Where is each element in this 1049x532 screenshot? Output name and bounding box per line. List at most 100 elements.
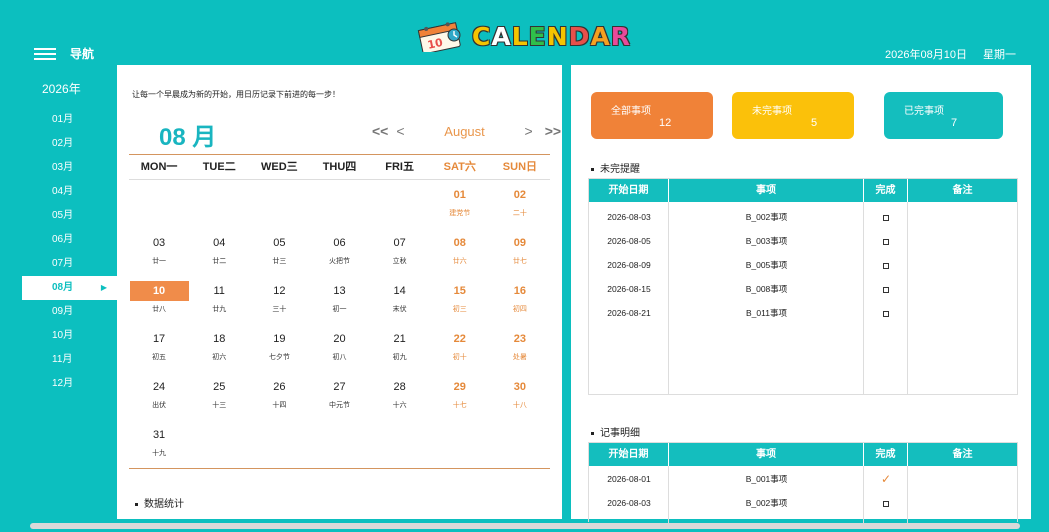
month-item[interactable]: 06月 (22, 228, 117, 252)
day-cell[interactable]: 24 出伏 (129, 372, 189, 420)
empty-day-cell (309, 180, 369, 228)
day-cell[interactable]: 23 处暑 (490, 324, 550, 372)
day-cell[interactable]: 04 廿二 (189, 228, 249, 276)
month-item[interactable]: 11月 (22, 348, 117, 372)
card-count: 7 (951, 117, 958, 129)
note-cell (908, 206, 1017, 230)
lunar-label: 廿二 (212, 258, 227, 265)
done-cell[interactable] (864, 254, 908, 278)
day-cell[interactable]: 18 初六 (189, 324, 249, 372)
empty-day-cell (430, 420, 490, 468)
lunar-label: 廿三 (272, 258, 287, 265)
done-cell[interactable] (864, 492, 908, 516)
day-cell[interactable]: 07 立秋 (370, 228, 430, 276)
day-cell[interactable]: 30 十八 (490, 372, 550, 420)
day-cell[interactable]: 13 初一 (309, 276, 369, 324)
last-month-button[interactable]: >> (545, 123, 561, 139)
day-cell[interactable]: 09 廿七 (490, 228, 550, 276)
month-item[interactable]: 10月 (22, 324, 117, 348)
day-cell[interactable]: 14 末伏 (370, 276, 430, 324)
pending-table: 开始日期 事项 完成 备注 2026-08-03 B_002事项 2026-08-05 B_… (588, 178, 1018, 395)
day-cell[interactable]: 15 初三 (430, 276, 490, 324)
lunar-label: 初五 (152, 354, 167, 361)
month-item[interactable]: 08月 ▶ (22, 276, 117, 300)
column-header: 完成 (864, 443, 908, 466)
checkbox-icon[interactable] (883, 286, 889, 293)
day-cell[interactable]: 11 廿九 (189, 276, 249, 324)
active-arrow-icon: ▶ (100, 283, 107, 292)
checkbox-icon[interactable] (883, 310, 889, 317)
calendar-week-row: 10 廿八 11 廿九 12 三十 13 初一 14 末伏 15 初三 16 初四 (129, 276, 550, 324)
month-item[interactable]: 03月 (22, 156, 117, 180)
day-cell[interactable]: 31 十九 (129, 420, 189, 468)
logo-letter: D (568, 21, 591, 51)
table-row[interactable]: 2026-08-03 B_002事项 (589, 206, 1017, 230)
table-row[interactable]: 2026-08-15 B_008事项 (589, 278, 1017, 302)
month-item[interactable]: 12月 (22, 372, 117, 396)
day-cell[interactable]: 26 十四 (249, 372, 309, 420)
start-date-cell: 2026-08-03 (607, 212, 651, 222)
done-cell[interactable] (864, 230, 908, 254)
lunar-label: 火把节 (328, 258, 350, 265)
nav-toggle[interactable]: 导航 (34, 45, 94, 62)
month-item[interactable]: 07月 (22, 252, 117, 276)
column-header: 备注 (952, 449, 973, 460)
day-cell[interactable]: 02 二十 (490, 180, 550, 228)
menu-icon[interactable] (34, 47, 56, 60)
next-month-button[interactable]: > (525, 123, 533, 139)
table-row[interactable]: 2026-08-01 B_001事项 ✓ (589, 468, 1017, 492)
month-item[interactable]: 02月 (22, 132, 117, 156)
empty-day-cell (249, 180, 309, 228)
month-list: 01月 02月 03月 04月 05月 06月 07月 08月 ▶ 09月 10月 11月 12月 (22, 108, 117, 396)
logo-wordmark: CALENDAR (472, 22, 631, 51)
checkbox-icon[interactable] (883, 500, 889, 507)
prev-month-button[interactable]: < (396, 123, 404, 139)
month-item[interactable]: 05月 (22, 204, 117, 228)
item-cell: B_005事项 (745, 260, 788, 270)
day-cell[interactable]: 06 火把节 (309, 228, 369, 276)
done-cell[interactable] (864, 206, 908, 230)
month-item[interactable]: 04月 (22, 180, 117, 204)
first-month-button[interactable]: << (372, 123, 388, 139)
calendar-grid: MON一 TUE二 WED三 THU四 FRI五 SAT六 SUN日 01 建党节 02 二十 03… (129, 154, 550, 469)
empty-day-cell (370, 420, 430, 468)
day-cell[interactable]: 19 七夕节 (249, 324, 309, 372)
month-label: 06月 (52, 234, 74, 245)
checkbox-icon[interactable] (883, 238, 889, 245)
day-cell[interactable]: 16 初四 (490, 276, 550, 324)
table-row[interactable]: 2026-08-03 B_002事项 (589, 492, 1017, 516)
day-cell[interactable]: 08 廿六 (430, 228, 490, 276)
summary-card[interactable]: 已完事项 7 (884, 92, 1003, 139)
done-cell[interactable]: ✓ (864, 468, 908, 492)
day-cell[interactable]: 01 建党节 (430, 180, 490, 228)
summary-card[interactable]: 未完事项 5 (732, 92, 854, 139)
summary-card[interactable]: 全部事项 12 (591, 92, 713, 139)
day-cell[interactable]: 17 初五 (129, 324, 189, 372)
done-cell[interactable] (864, 278, 908, 302)
month-item[interactable]: 09月 (22, 300, 117, 324)
start-date-cell: 2026-08-05 (607, 236, 651, 246)
day-cell[interactable]: 20 初八 (309, 324, 369, 372)
day-cell[interactable]: 29 十七 (430, 372, 490, 420)
day-cell[interactable]: 12 三十 (249, 276, 309, 324)
day-cell[interactable]: 03 廿一 (129, 228, 189, 276)
day-cell[interactable]: 27 中元节 (309, 372, 369, 420)
column-header: 备注 (952, 185, 973, 196)
table-row[interactable]: 2026-08-09 B_005事项 (589, 254, 1017, 278)
day-cell[interactable]: 21 初九 (370, 324, 430, 372)
day-cell[interactable]: 28 十六 (370, 372, 430, 420)
horizontal-scrollbar[interactable] (30, 523, 1020, 529)
table-row[interactable]: 2026-08-21 B_011事项 (589, 302, 1017, 326)
day-cell[interactable]: 22 初十 (430, 324, 490, 372)
weekday-label: THU四 (322, 161, 357, 173)
day-number: 10 (129, 281, 189, 301)
day-cell[interactable]: 25 十三 (189, 372, 249, 420)
day-cell[interactable]: 05 廿三 (249, 228, 309, 276)
card-count: 5 (811, 117, 818, 129)
month-item[interactable]: 01月 (22, 108, 117, 132)
today-cell[interactable]: 10 廿八 (129, 276, 189, 324)
done-cell[interactable] (864, 302, 908, 326)
checkbox-icon[interactable] (883, 214, 889, 221)
table-row[interactable]: 2026-08-05 B_003事项 (589, 230, 1017, 254)
checkbox-icon[interactable] (883, 262, 889, 269)
